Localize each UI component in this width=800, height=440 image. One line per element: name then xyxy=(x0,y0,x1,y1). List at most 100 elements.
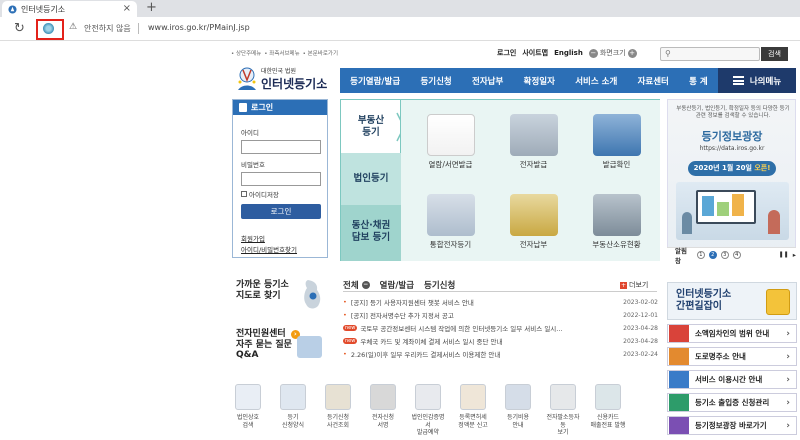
reg-item-ownership[interactable]: 부동산소유현황 xyxy=(579,194,654,250)
login-button[interactable]: 로그인 xyxy=(241,204,321,219)
pause-icon[interactable]: ❚❚ xyxy=(779,251,789,258)
faq-computer-icon xyxy=(297,336,322,358)
bottom-icon-item[interactable]: 신용카드 매출전표 발행 xyxy=(590,384,626,429)
address-divider xyxy=(138,23,139,34)
banner-page-2[interactable]: 2 xyxy=(708,250,717,259)
bottom-icon-line2: 보기 xyxy=(557,429,569,436)
promo-banner[interactable]: 부동산등기, 법인등기, 확정일자 등의 다양한 등기관련 정보를 검색할 수 … xyxy=(667,99,796,261)
find-account-link[interactable]: 아이디/비밀번호찾기 xyxy=(241,245,297,256)
quick-button[interactable]: 소액임차인의 범위 안내 › xyxy=(667,324,797,343)
bottom-icon-item[interactable]: 등기신청 사건조회 xyxy=(320,384,356,429)
news-title: 우체국 카드 및 계좌이체 결제 서비스 일시 중단 안내 xyxy=(360,338,503,346)
nav-item-service-intro[interactable]: 서비스 소개 xyxy=(575,75,617,87)
news-row[interactable]: • 2.26(일)이후 일부 우리카드 결제서비스 이용제한 안내 2023-02-… xyxy=(343,349,658,359)
more-link[interactable]: + 더보기 xyxy=(620,280,648,290)
bottom-icon-item[interactable]: 등기 신청양식 xyxy=(275,384,311,429)
quick-button[interactable]: 등기소 출입증 신청관리 › xyxy=(667,393,797,412)
nav-item-resources[interactable]: 자료센터 xyxy=(638,75,669,87)
quick-button[interactable]: 서비스 이용시간 안내 › xyxy=(667,370,797,389)
news-row[interactable]: new 우체국 카드 및 계좌이체 결제 서비스 일시 중단 안내 2023-04-… xyxy=(343,336,658,346)
quick-button[interactable]: 도로명주소 안내 › xyxy=(667,347,797,366)
bottom-icon-item[interactable]: 등기비용 안내 xyxy=(500,384,536,429)
banner-page-3[interactable]: 3 xyxy=(720,250,729,259)
banner-page-4[interactable]: 4 xyxy=(732,250,741,259)
quick-button[interactable]: 등기정보광장 바로가기 › xyxy=(667,416,797,435)
zoom-out-icon[interactable]: − xyxy=(588,48,598,58)
nav-item-statistics[interactable]: 통 계 xyxy=(689,75,708,87)
reg-item-verify[interactable]: 발급확인 xyxy=(579,114,654,170)
skip-link-body[interactable]: • 본문바로가기 xyxy=(303,49,338,57)
next-icon[interactable]: ▸ xyxy=(793,251,796,259)
address-bar[interactable]: www.iros.go.kr/PMainJ.jsp xyxy=(148,23,250,32)
reg-item-e-issue[interactable]: 전자발급 xyxy=(496,114,571,170)
e-civil-center-link[interactable]: 전자민원센터 › xyxy=(236,326,300,339)
news-row[interactable]: new 국토부 공간정보센터 시스템 작업에 의한 인터넷등기소 일부 서비스 일… xyxy=(343,323,658,333)
news-tabs: 전체 − 열람/발급 등기신청 xyxy=(343,279,455,291)
chevron-right-icon: › xyxy=(786,397,790,408)
news-title: 2.26(일)이후 일부 우리카드 결제서비스 이용제한 안내 xyxy=(350,351,501,359)
quick-guide-banner[interactable]: 인터넷등기소 간편길잡이 xyxy=(667,282,797,320)
tab-view-issue[interactable]: 열람/발급 xyxy=(380,279,414,291)
search-input[interactable]: ⚲ xyxy=(660,47,760,61)
zoom-in-icon[interactable]: + xyxy=(627,48,637,58)
id-input[interactable] xyxy=(241,140,321,154)
join-link[interactable]: 회원가입 xyxy=(241,234,297,245)
bottom-icon-line2: 서명 xyxy=(377,421,389,429)
search-button[interactable]: 검색 xyxy=(761,47,788,61)
reg-item-view-print[interactable]: 열람/서면발급 xyxy=(413,114,488,170)
service-icon xyxy=(595,384,621,410)
category-real-estate[interactable]: 부동산 등기 xyxy=(341,114,401,140)
tab-close-icon[interactable]: × xyxy=(123,3,131,14)
nav-item-fixed-date[interactable]: 확정일자 xyxy=(524,75,555,87)
tab-apply[interactable]: 등기신청 xyxy=(424,279,455,291)
chevron-right-icon: › xyxy=(786,374,790,385)
reg-item-label: 열람/서면발급 xyxy=(428,160,473,169)
browser-tab[interactable]: 인터넷등기소 × xyxy=(2,1,137,17)
bottom-icon-line1: 법인인감증명서 xyxy=(411,414,445,429)
news-row[interactable]: • [공지] 등기 사용자지원센터 챗봇 서비스 안내 2023-02-02 xyxy=(343,297,658,307)
bottom-icon-item[interactable]: 법인상호 검색 xyxy=(230,384,266,429)
reg-item-integrated[interactable]: 통합전자등기 xyxy=(413,194,488,250)
category-corporate[interactable]: 법인등기 xyxy=(341,170,401,188)
bullet-icon: • xyxy=(343,350,347,358)
highlight-box xyxy=(36,19,64,40)
reload-icon[interactable]: ↻ xyxy=(14,21,25,36)
bottom-icon-item[interactable]: 전자신청 서명 xyxy=(365,384,401,429)
bottom-icon-item[interactable]: 전자팔소등자동 보기 xyxy=(545,384,581,437)
nav-item-apply[interactable]: 등기신청 xyxy=(420,75,451,87)
security-status[interactable]: 안전하지 않음 xyxy=(84,23,131,34)
bottom-icon-item[interactable]: 법인인감증명서 발급예약 xyxy=(410,384,446,437)
login-link[interactable]: 로그인 xyxy=(497,48,516,58)
nearby-office-link[interactable]: 가까운 등기소 지도로 찾기 xyxy=(236,280,289,302)
faq-link[interactable]: 자주 묻는 질문 Q&A xyxy=(236,340,292,360)
skip-link-left[interactable]: • 좌측서브메뉴 xyxy=(264,49,299,57)
new-tab-button[interactable]: + xyxy=(146,0,157,15)
service-icon xyxy=(415,384,441,410)
news-title: [공지] 전자서명수단 추가 지정서 공고 xyxy=(350,312,454,320)
sitemap-link[interactable]: 사이트맵 xyxy=(522,48,548,58)
plus-icon: + xyxy=(620,281,627,289)
category-movable-collateral[interactable]: 동산·채권 담보 등기 xyxy=(341,218,401,246)
bullet-icon: • xyxy=(343,311,347,319)
news-row[interactable]: • [공지] 전자서명수단 추가 지정서 공고 2022-12-01 xyxy=(343,310,658,320)
civil-label: 전자민원센터 xyxy=(236,329,286,339)
bottom-icon-line2: 정액분 신고 xyxy=(458,421,488,429)
checkbox-icon xyxy=(241,191,247,197)
english-link[interactable]: English xyxy=(554,49,583,57)
save-id-checkbox[interactable]: 아이디저장 xyxy=(241,189,279,199)
nav-item-payment[interactable]: 전자납부 xyxy=(472,75,503,87)
nav-item-view-issue[interactable]: 등기열람/발급 xyxy=(350,75,400,87)
tab-all[interactable]: 전체 − xyxy=(343,279,370,291)
logo-title: 인터넷등기소 xyxy=(261,77,328,91)
news-date: 2022-12-01 xyxy=(623,311,658,319)
coins-icon xyxy=(509,194,558,236)
bottom-icon-item[interactable]: 등록면허세 정액분 신고 xyxy=(455,384,491,429)
password-input[interactable] xyxy=(241,172,321,186)
registry-panel: 부동산 등기 법인등기 동산·채권 담보 등기 열람/서면발급 전자발급 발급확… xyxy=(340,99,660,261)
banner-page-1[interactable]: 1 xyxy=(696,250,705,259)
skip-link-top[interactable]: • 상단주메뉴 xyxy=(231,49,261,57)
my-menu-button[interactable]: 나의메뉴 xyxy=(718,68,796,93)
site-logo[interactable]: 대한민국 법원 인터넷등기소 xyxy=(236,64,336,94)
document-icon xyxy=(426,114,475,156)
reg-item-payment[interactable]: 전자납부 xyxy=(496,194,571,250)
